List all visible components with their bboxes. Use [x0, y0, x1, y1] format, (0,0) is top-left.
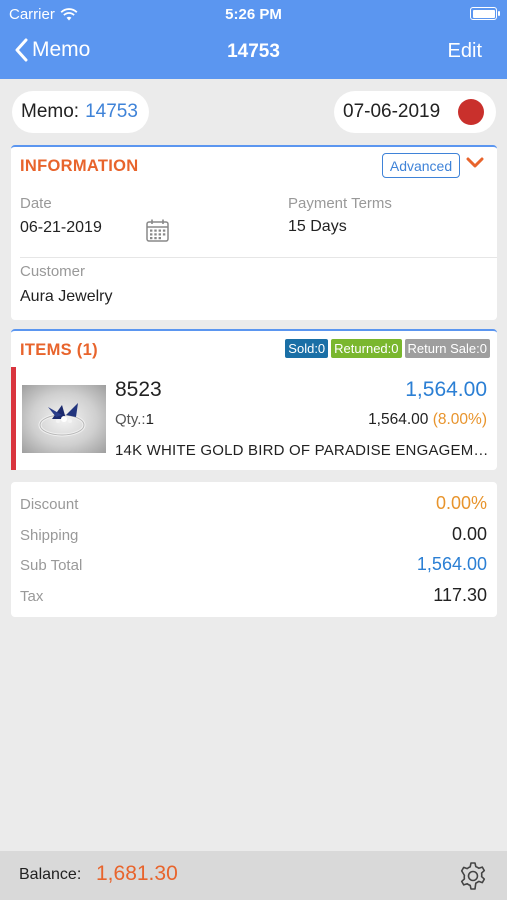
calendar-icon[interactable] [145, 218, 170, 243]
return-sale-badge: Return Sale:0 [404, 339, 490, 358]
memo-date: 07-06-2019 [343, 101, 441, 122]
tax-label: Tax [20, 588, 44, 605]
tax-value: 117.30 [433, 585, 487, 605]
item-qty: Qty.:1 [115, 411, 154, 428]
information-card: INFORMATION Advanced Date 06-21-2019 Pay… [11, 145, 497, 320]
payment-terms-label: Payment Terms [288, 195, 392, 212]
memo-number: 14753 [85, 101, 138, 122]
customer-label: Customer [20, 263, 86, 280]
balance-label: Balance: [19, 866, 82, 883]
sold-badge: Sold:0 [285, 339, 329, 358]
unit-price-value: 1,564.00 [368, 411, 429, 428]
totals-card: Discount 0.00% Shipping 0.00 Sub Total 1… [11, 482, 497, 617]
information-title: INFORMATION [20, 157, 139, 175]
returned-badge: Returned:0 [331, 339, 402, 358]
ring-photo [22, 385, 106, 453]
discount-row: Discount 0.00% [20, 493, 487, 517]
edit-button[interactable]: Edit [448, 40, 482, 63]
balance-value: 1,681.30 [96, 862, 178, 885]
gear-icon[interactable] [457, 860, 489, 892]
memo-label: Memo: [21, 101, 80, 122]
subtotal-row: Sub Total 1,564.00 [20, 554, 487, 578]
item-marker [11, 367, 16, 470]
shipping-value: 0.00 [451, 524, 487, 544]
divider [20, 257, 497, 258]
item-unit-price: 1,564.00 (8.00%) [368, 411, 487, 429]
shipping-row: Shipping 0.00 [20, 524, 487, 548]
item-status-badges: Sold:0 Returned:0 Return Sale:0 [285, 339, 490, 358]
memo-number-pill: Memo: 14753 [12, 91, 149, 133]
discount-value: 0.00% [435, 493, 487, 513]
item-description: 14K WHITE GOLD BIRD OF PARADISE ENGAGEME… [115, 442, 491, 459]
items-card: ITEMS (1) Sold:0 Returned:0 Return Sale:… [11, 329, 497, 470]
qty-label: Qty.: [115, 411, 146, 428]
payment-terms-value: 15 Days [288, 218, 347, 235]
page-title: 14753 [227, 41, 280, 62]
date-value: 06-21-2019 [20, 219, 102, 236]
customer-value: Aura Jewelry [20, 288, 113, 305]
shipping-label: Shipping [20, 527, 79, 544]
balance-bar: Balance: 1,681.30 [0, 851, 507, 900]
items-title: ITEMS (1) [20, 341, 98, 359]
discount-label: Discount [20, 496, 79, 513]
subtotal-value: 1,564.00 [416, 554, 487, 574]
chevron-down-icon[interactable] [466, 156, 484, 170]
tax-row: Tax 117.30 [20, 585, 487, 609]
advanced-button[interactable]: Advanced [382, 153, 460, 178]
battery-icon [470, 7, 500, 20]
item-sku: 8523 [115, 378, 162, 401]
subtotal-label: Sub Total [20, 557, 83, 574]
status-dot-icon [458, 99, 484, 125]
memo-date-pill[interactable]: 07-06-2019 [334, 91, 496, 133]
status-time: 5:26 PM [225, 6, 282, 23]
status-bar: Carrier 5:26 PM [0, 0, 507, 28]
item-price: 1,564.00 [405, 378, 487, 401]
item-percent: (8.00%) [432, 411, 487, 428]
date-label: Date [20, 195, 52, 212]
qty-value: 1 [145, 411, 154, 428]
navigation-bar: Carrier 5:26 PM Memo 14753 Edit [0, 0, 507, 79]
